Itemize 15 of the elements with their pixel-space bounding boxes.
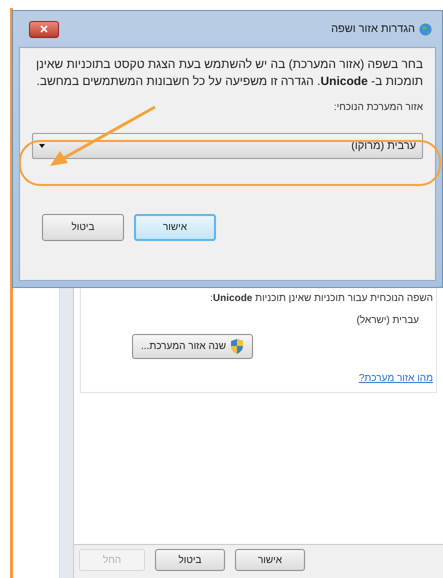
dropdown-arrow-icon [39,144,45,148]
dialog-button[interactable]: ביטול [155,549,225,571]
current-language: עברית (ישראל) [356,314,419,328]
locale-dropdown[interactable]: ערבית (מרוקו) [32,133,423,159]
close-icon [40,25,48,33]
globe-icon [419,22,432,36]
dialog-button[interactable]: אישור [134,214,216,241]
change-locale-button[interactable]: שנה אזור המערכת... [132,334,253,359]
dialog-button[interactable]: אישור [235,549,305,571]
help-link[interactable]: מהו אזור מערכת? [358,371,433,386]
close-button[interactable] [29,20,59,38]
window-title: הגדרות אזור ושפה [331,22,415,37]
field-label: אזור המערכת הנוכחי: [334,101,423,115]
dialog-button[interactable]: ביטול [42,214,124,241]
shield-icon [230,339,244,354]
